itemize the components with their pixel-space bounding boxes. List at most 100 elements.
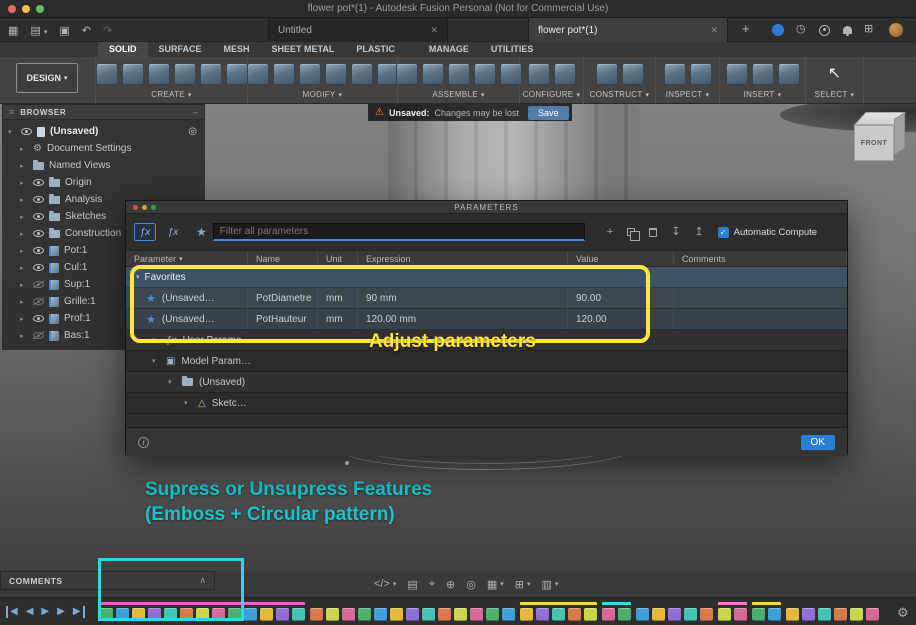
- timeline-feature[interactable]: [652, 608, 665, 621]
- timeline-feature[interactable]: [818, 608, 831, 621]
- timeline-feature[interactable]: [116, 608, 129, 621]
- timeline-feature[interactable]: [148, 608, 161, 621]
- timeline-feature[interactable]: [568, 608, 581, 621]
- settings-gear-icon[interactable]: ⚙: [897, 605, 909, 621]
- timeline-feature[interactable]: [100, 608, 113, 621]
- parameter-expression-cell[interactable]: 120.00 mm: [358, 309, 568, 329]
- app-switcher-icon[interactable]: ⊞: [864, 22, 873, 35]
- visibility-eye-icon[interactable]: [33, 315, 44, 322]
- close-tab-icon[interactable]: ✕: [710, 25, 718, 36]
- timeline-feature[interactable]: [260, 608, 273, 621]
- modify-tool-icon[interactable]: [350, 63, 373, 85]
- column-parameter[interactable]: Parameter: [126, 251, 248, 266]
- browser-panel-header[interactable]: ≡ BROWSER –: [2, 104, 205, 120]
- import-parameters-icon[interactable]: ↧: [671, 226, 680, 238]
- expand-caret-icon[interactable]: ▸: [20, 264, 28, 272]
- minimize-window-button[interactable]: [22, 5, 30, 13]
- delete-parameter-icon[interactable]: [649, 227, 658, 237]
- drag-grip-icon[interactable]: ≡: [9, 107, 14, 117]
- visibility-eye-icon[interactable]: [33, 298, 44, 305]
- notifications-bell-icon[interactable]: [843, 26, 852, 36]
- parameter-comments-cell[interactable]: [674, 288, 847, 308]
- column-name[interactable]: Name: [248, 251, 318, 266]
- timeline-feature[interactable]: [228, 608, 241, 621]
- visibility-eye-icon[interactable]: [21, 128, 32, 135]
- construct-tool-icon[interactable]: [621, 63, 644, 85]
- user-parameter-fx-icon[interactable]: ƒx: [134, 223, 156, 241]
- timeline-feature[interactable]: [180, 608, 193, 621]
- ribbon-group-dropdown-create[interactable]: CREATE: [151, 90, 191, 99]
- create-tool-icon[interactable]: [121, 63, 144, 85]
- timeline-feature[interactable]: [374, 608, 387, 621]
- modify-tool-icon[interactable]: [324, 63, 347, 85]
- timeline-feature[interactable]: [212, 608, 225, 621]
- timeline-feature[interactable]: [618, 608, 631, 621]
- timeline-feature[interactable]: [276, 608, 289, 621]
- checkbox-checked-icon[interactable]: ✓: [717, 226, 729, 238]
- collapse-panel-icon[interactable]: –: [193, 107, 198, 117]
- view-cube[interactable]: FRONT: [838, 110, 908, 178]
- expand-caret-icon[interactable]: ▾: [8, 128, 16, 136]
- profile-icon[interactable]: [819, 25, 830, 36]
- ribbon-group-dropdown-modify[interactable]: MODIFY: [303, 90, 343, 99]
- measure-icon[interactable]: ⌖: [429, 578, 435, 591]
- expand-caret-icon[interactable]: ▸: [20, 162, 28, 170]
- export-parameters-icon[interactable]: ↥: [694, 226, 703, 238]
- timeline-feature[interactable]: [486, 608, 499, 621]
- ribbon-tab-utilities[interactable]: UTILITIES: [480, 42, 545, 57]
- close-tab-icon[interactable]: ✕: [430, 25, 438, 36]
- display-settings-icon[interactable]: ▦: [487, 578, 504, 591]
- insert-tool-icon[interactable]: [751, 63, 774, 85]
- timeline-feature[interactable]: [326, 608, 339, 621]
- timeline-feature[interactable]: [310, 608, 323, 621]
- ribbon-group-dropdown-assemble[interactable]: ASSEMBLE: [432, 90, 484, 99]
- view-cube-side-face[interactable]: [894, 112, 905, 155]
- parameter-row-potdiametre[interactable]: ★ (Unsaved… PotDiametre mm 90 mm 90.00: [126, 288, 847, 309]
- job-status-icon[interactable]: [772, 24, 784, 36]
- timeline-feature[interactable]: [786, 608, 799, 621]
- step-forward-button[interactable]: ▶: [57, 606, 65, 618]
- timeline-feature[interactable]: [422, 608, 435, 621]
- zoom-window-button[interactable]: [36, 5, 44, 13]
- visibility-eye-icon[interactable]: [33, 281, 44, 288]
- browser-item-document-settings[interactable]: ▸ ⚙ Document Settings: [2, 140, 205, 157]
- automatic-compute-toggle[interactable]: ✓ Automatic Compute: [717, 226, 817, 238]
- assemble-tool-icon[interactable]: [473, 63, 496, 85]
- parameters-dialog-titlebar[interactable]: PARAMETERS: [126, 201, 847, 214]
- expand-caret-icon[interactable]: ▾: [168, 378, 176, 386]
- text-commands-icon[interactable]: </>: [374, 578, 396, 590]
- column-unit[interactable]: Unit: [318, 251, 358, 266]
- timeline-feature[interactable]: [684, 608, 697, 621]
- expand-caret-icon[interactable]: ▸: [20, 179, 28, 187]
- timeline-feature[interactable]: [752, 608, 765, 621]
- create-tool-icon[interactable]: [225, 63, 248, 85]
- timeline-feature[interactable]: [406, 608, 419, 621]
- dialog-zoom-button[interactable]: [151, 205, 156, 210]
- timeline-feature[interactable]: [292, 608, 305, 621]
- comments-panel[interactable]: COMMENTS ∧: [0, 571, 215, 590]
- timeline-feature[interactable]: [244, 608, 257, 621]
- ribbon-group-dropdown-construct[interactable]: CONSTRUCT: [590, 90, 650, 99]
- modify-tool-icon[interactable]: [246, 63, 269, 85]
- configure-tool-icon[interactable]: [553, 63, 576, 85]
- expand-caret-icon[interactable]: ▾: [152, 357, 160, 365]
- visibility-eye-icon[interactable]: [33, 247, 44, 254]
- timeline-feature[interactable]: [768, 608, 781, 621]
- favorite-parameter-fx-icon[interactable]: ƒx: [162, 223, 184, 241]
- visibility-eye-icon[interactable]: [33, 332, 44, 339]
- favorite-star-icon[interactable]: ★: [146, 313, 156, 326]
- parameter-row-pothauteur[interactable]: ★ (Unsaved… PotHauteur mm 120.00 mm 120.00: [126, 309, 847, 330]
- timeline-feature[interactable]: [164, 608, 177, 621]
- ribbon-group-dropdown-select[interactable]: SELECT: [815, 90, 855, 99]
- ribbon-tab-solid[interactable]: SOLID: [98, 42, 148, 57]
- expand-caret-icon[interactable]: ▸: [20, 332, 28, 340]
- timeline-feature[interactable]: [342, 608, 355, 621]
- create-tool-icon[interactable]: [95, 63, 118, 85]
- ribbon-tab-mesh[interactable]: MESH: [213, 42, 261, 57]
- expand-caret-icon[interactable]: ▸: [20, 230, 28, 238]
- timeline-feature[interactable]: [438, 608, 451, 621]
- inspect-tool-icon[interactable]: [689, 63, 712, 85]
- close-window-button[interactable]: [8, 5, 16, 13]
- column-value[interactable]: Value: [568, 251, 674, 266]
- new-tab-button[interactable]: +: [742, 21, 750, 36]
